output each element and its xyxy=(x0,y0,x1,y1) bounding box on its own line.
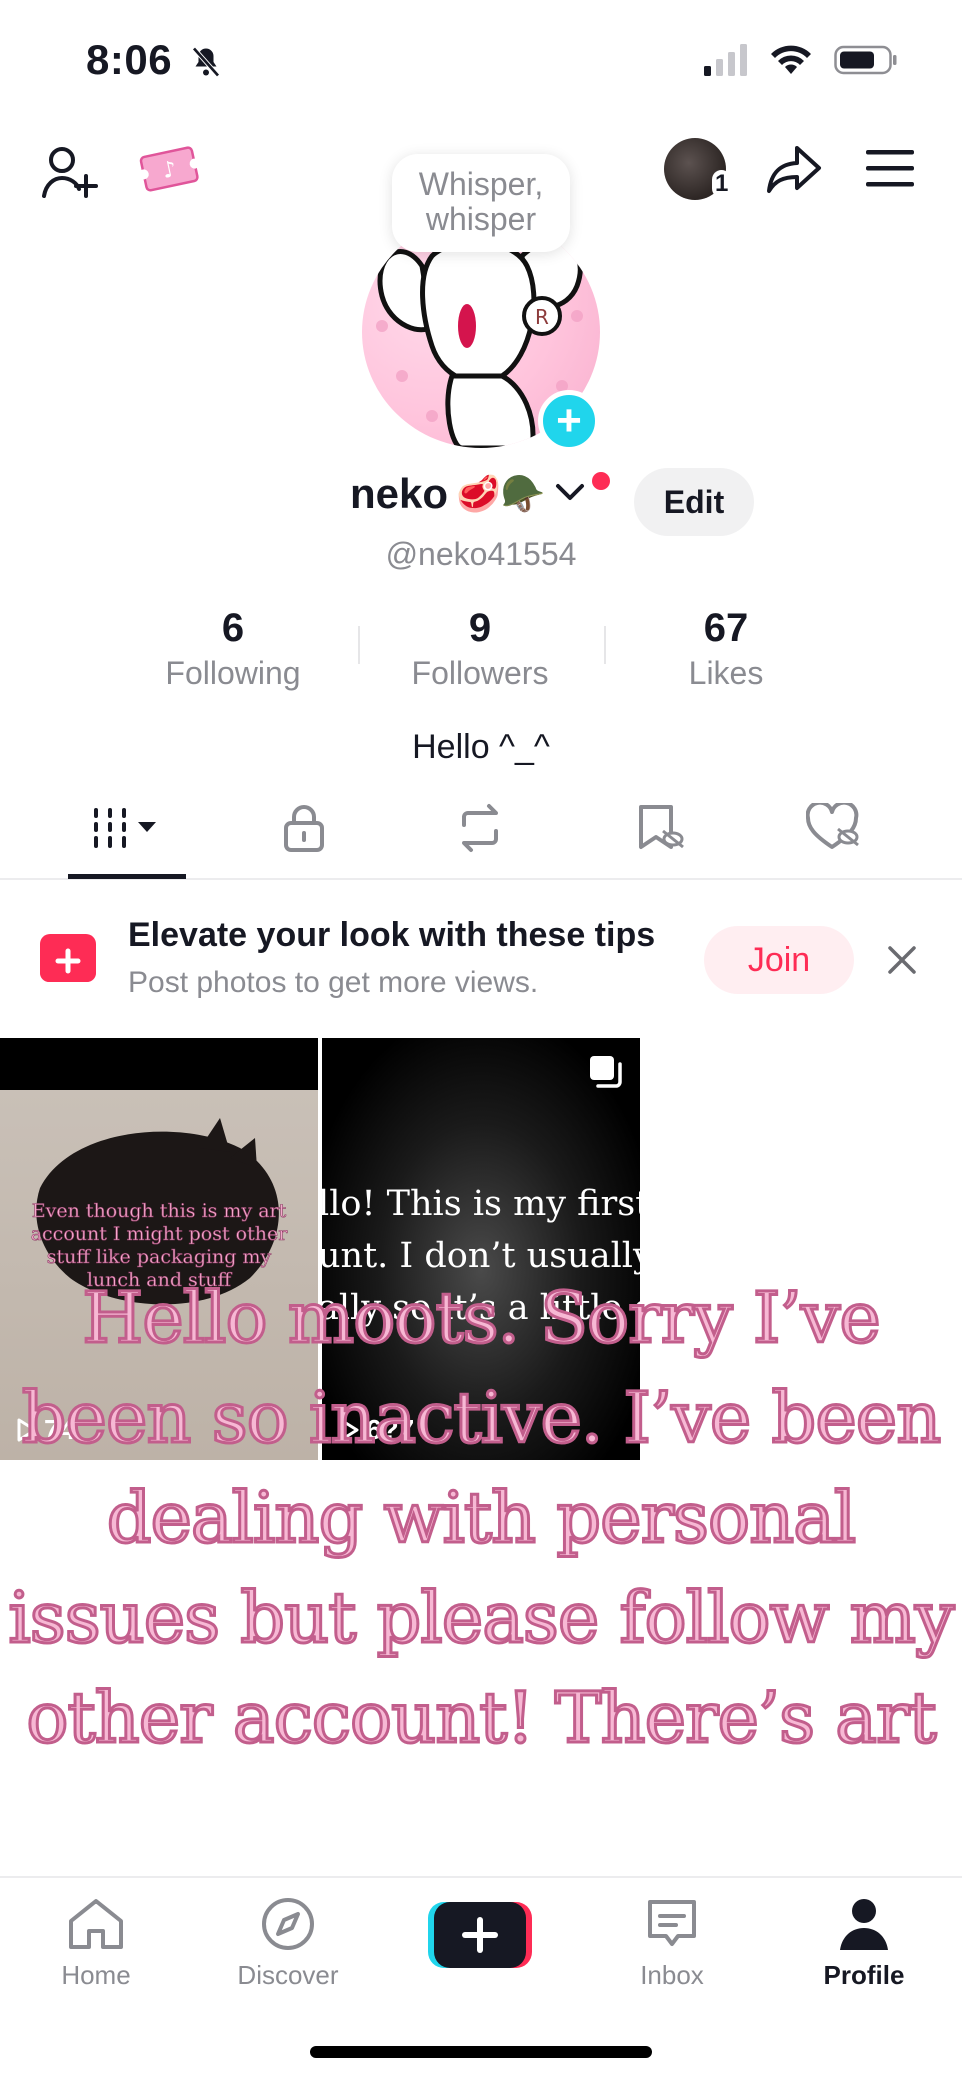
stat-divider xyxy=(358,626,360,664)
heart-hidden-icon xyxy=(805,800,862,858)
likes-label: Likes xyxy=(688,655,764,691)
account-badge: 1 xyxy=(712,170,732,198)
menu-icon[interactable] xyxy=(862,140,918,196)
nav-home-label: Home xyxy=(61,1960,131,1990)
close-icon[interactable] xyxy=(880,938,924,982)
active-tab-indicator xyxy=(68,874,186,879)
content-tabs xyxy=(0,790,962,880)
status-indicators xyxy=(704,44,898,81)
username-handle: @neko41554 xyxy=(385,536,577,572)
repost-icon xyxy=(454,803,506,858)
stat-divider xyxy=(604,626,606,664)
followers-label: Followers xyxy=(411,655,549,691)
name-emojis: 🥩🪖 xyxy=(456,473,546,514)
tab-favorites[interactable] xyxy=(600,800,720,860)
status-time: 8:06 xyxy=(86,36,173,83)
nav-home[interactable]: Home xyxy=(26,1892,166,1991)
stat-followers[interactable]: 9 Followers xyxy=(380,606,580,692)
nav-discover-label: Discover xyxy=(237,1960,339,1990)
tab-videos[interactable] xyxy=(68,800,188,860)
home-indicator xyxy=(310,2046,652,2058)
nav-inbox[interactable]: Inbox xyxy=(602,1892,742,1991)
home-icon xyxy=(26,1892,166,1956)
camera-plus-icon xyxy=(40,934,96,982)
following-count: 6 xyxy=(221,606,245,650)
display-name: neko xyxy=(350,470,449,517)
lock-icon xyxy=(282,803,326,858)
bio-text: Hello ^_^ xyxy=(412,728,550,766)
stat-following[interactable]: 6 Following xyxy=(133,606,333,692)
whisper-tooltip[interactable]: Whisper, whisper xyxy=(392,154,570,252)
notification-dot xyxy=(592,472,610,490)
profile-person-icon xyxy=(794,1892,934,1956)
wifi-icon xyxy=(770,44,812,81)
compass-icon xyxy=(218,1892,358,1956)
battery-icon xyxy=(834,44,898,81)
likes-count: 67 xyxy=(703,606,749,650)
stat-likes[interactable]: 67 Likes xyxy=(626,606,826,692)
following-label: Following xyxy=(165,655,301,691)
edit-profile-button[interactable]: Edit xyxy=(634,468,754,536)
signal-icon xyxy=(704,44,748,81)
multi-photo-icon xyxy=(588,1054,624,1090)
videos-grid-icon xyxy=(88,804,168,857)
add-friend-icon[interactable] xyxy=(38,140,102,204)
chevron-down-icon[interactable] xyxy=(554,480,586,509)
bookmark-hidden-icon xyxy=(635,803,685,858)
nav-profile-label: Profile xyxy=(823,1960,905,1990)
tab-liked[interactable] xyxy=(774,800,894,860)
nav-inbox-label: Inbox xyxy=(640,1960,704,1990)
tiktok-ticket-icon[interactable]: ♪ xyxy=(134,138,204,198)
tab-private[interactable] xyxy=(244,800,364,860)
name-row[interactable]: neko 🥩🪖 xyxy=(350,470,586,518)
nav-profile[interactable]: Profile xyxy=(794,1892,934,1991)
promo-subtitle: Post photos to get more views. xyxy=(128,966,539,999)
add-story-plus-icon[interactable]: + xyxy=(538,390,600,452)
overlay-message: Hello moots. Sorry I’ve been so inactive… xyxy=(7,1276,956,1761)
followers-count: 9 xyxy=(468,606,492,650)
bell-muted-icon xyxy=(188,44,224,85)
create-button[interactable] xyxy=(428,1902,532,1968)
video-caption-line: llo! This is my first xyxy=(322,1184,640,1224)
promo-title: Elevate your look with these tips xyxy=(128,916,656,954)
nav-discover[interactable]: Discover xyxy=(218,1892,358,1991)
share-icon[interactable] xyxy=(762,138,826,202)
inbox-icon xyxy=(602,1892,742,1956)
tab-reposts[interactable] xyxy=(420,800,540,860)
join-button[interactable]: Join xyxy=(704,926,854,994)
svg-text:R: R xyxy=(535,305,549,329)
